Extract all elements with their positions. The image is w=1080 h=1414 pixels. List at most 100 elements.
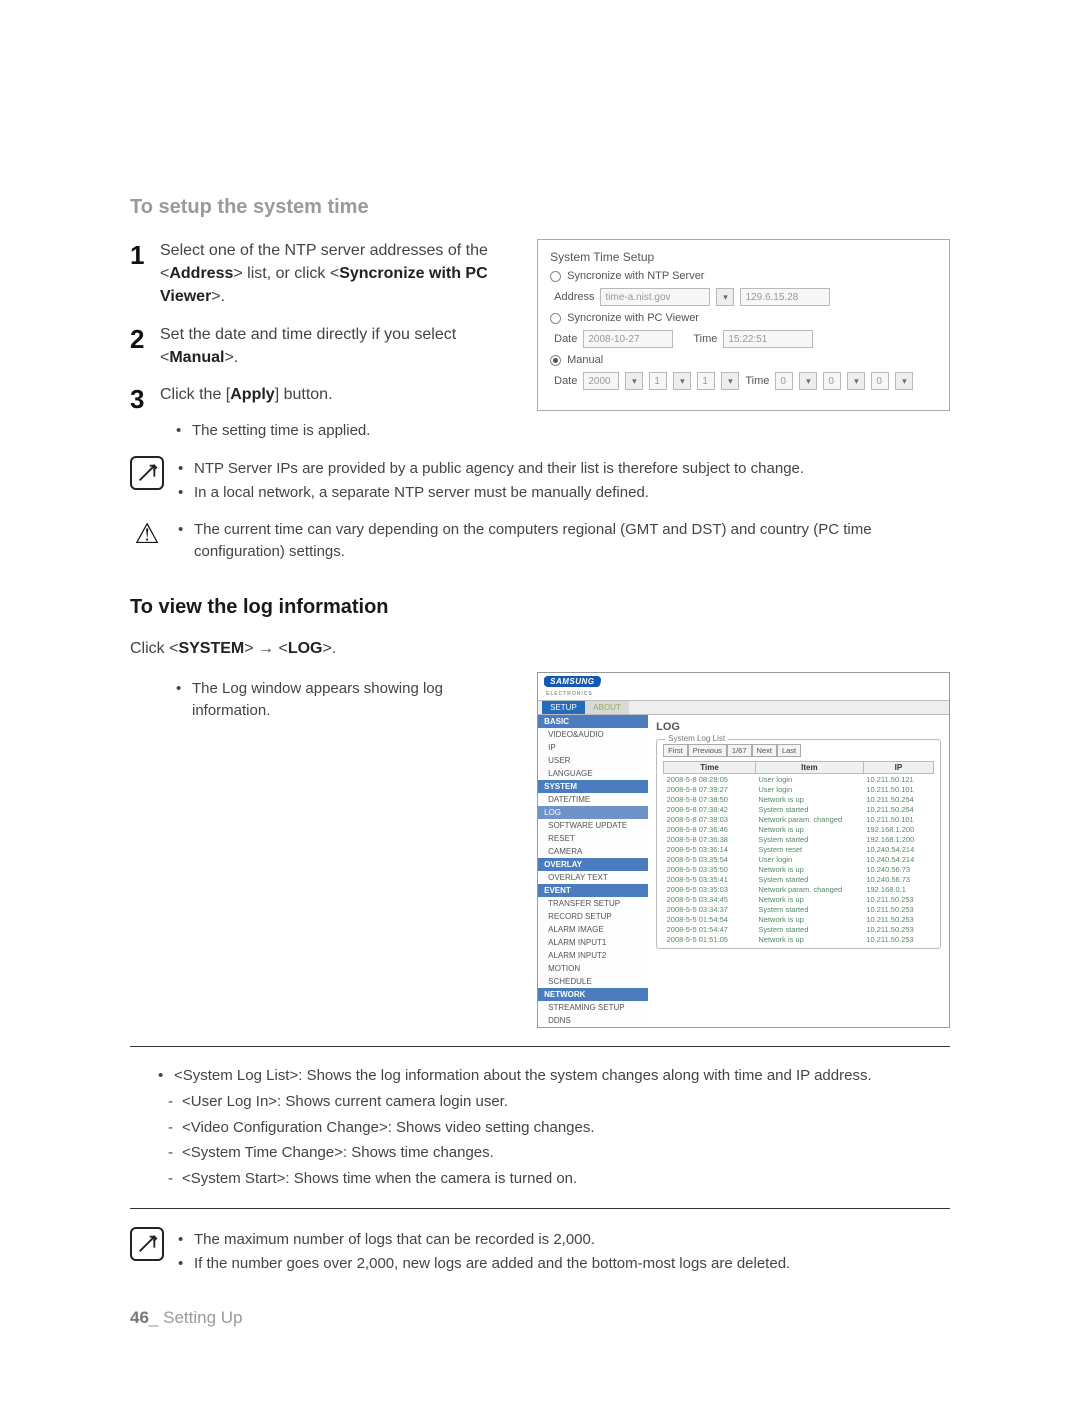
log-td: Network param. changed: [755, 814, 863, 824]
dd-month[interactable]: ▾: [673, 372, 691, 390]
step-1-text: Select one of the NTP server addresses o…: [160, 242, 488, 305]
nav-head[interactable]: BASIC: [538, 715, 648, 728]
log-td: 10.211.50.253: [863, 924, 933, 934]
dd-sec[interactable]: ▾: [895, 372, 913, 390]
dd-year[interactable]: ▾: [625, 372, 643, 390]
log-td: 2008-5-5 01:51:05: [664, 934, 756, 944]
log-td: 10.211.50.253: [863, 914, 933, 924]
log-td: Network is up: [755, 934, 863, 944]
log-th: IP: [863, 762, 933, 774]
pc-time-input[interactable]: [723, 330, 813, 348]
date-label: Date: [554, 333, 577, 345]
pager-button[interactable]: First: [663, 744, 688, 757]
nav-item[interactable]: ALARM IMAGE: [538, 923, 648, 936]
log-td: 2008-5-5 01:54:54: [664, 914, 756, 924]
table-row: 2008-5-5 03:35:50Network is up10.240.56.…: [664, 864, 934, 874]
pager-button[interactable]: Next: [752, 744, 777, 757]
manual-year[interactable]: [583, 372, 619, 390]
tab-setup[interactable]: SETUP: [542, 701, 585, 714]
tabs-row: SETUP ABOUT: [538, 700, 949, 715]
radio-manual[interactable]: [550, 355, 561, 366]
nav-item[interactable]: USER: [538, 754, 648, 767]
nav-item-selected[interactable]: LOG: [538, 806, 648, 819]
log-td: 10.211.50.101: [863, 784, 933, 794]
nav-head[interactable]: SYSTEM: [538, 780, 648, 793]
time-label: Time: [693, 333, 717, 345]
nav-item[interactable]: MOTION: [538, 962, 648, 975]
nav-item[interactable]: SCHEDULE: [538, 975, 648, 988]
samsung-logo-sub: ELECTRONICS: [546, 691, 593, 697]
pc-date-input[interactable]: [583, 330, 673, 348]
nav-item[interactable]: CAMERA: [538, 845, 648, 858]
step-num-1: 1: [130, 237, 144, 275]
address-dropdown-icon[interactable]: ▾: [716, 288, 734, 306]
table-row: 2008-5-5 01:51:05Network is up10.211.50.…: [664, 934, 934, 944]
note1-list: NTP Server IPs are provided by a public …: [178, 456, 950, 507]
nav-item[interactable]: ALARM INPUT1: [538, 936, 648, 949]
pager-button[interactable]: Previous: [688, 744, 727, 757]
log-td: 10.240.54.214: [863, 844, 933, 854]
table-row: 2008-5-5 03:35:54User login10.240.54.214: [664, 854, 934, 864]
nav-item[interactable]: IP: [538, 741, 648, 754]
log-td: System reset: [755, 844, 863, 854]
log-table: TimeItemIP 2008-5-8 08:28:05User login10…: [663, 761, 934, 944]
note-item: The current time can vary depending on t…: [178, 519, 950, 564]
system-time-setup-panel: System Time Setup Syncronize with NTP Se…: [537, 239, 950, 411]
pager-button[interactable]: 1/67: [727, 744, 752, 757]
nav-head[interactable]: EVENT: [538, 884, 648, 897]
nav-item[interactable]: RECORD SETUP: [538, 910, 648, 923]
manual-sec[interactable]: [871, 372, 889, 390]
dd-hour[interactable]: ▾: [799, 372, 817, 390]
sts-manual-label: Manual: [567, 354, 603, 366]
log-td: User login: [755, 784, 863, 794]
log-td: User login: [755, 854, 863, 864]
step-3-text: Click the [Apply] button.: [160, 386, 333, 403]
pager-button[interactable]: Last: [777, 744, 801, 757]
log-td: 192.168.1.200: [863, 824, 933, 834]
log-td: 2008-5-5 03:35:50: [664, 864, 756, 874]
tab-about[interactable]: ABOUT: [585, 701, 629, 714]
nav-item[interactable]: OVERLAY TEXT: [538, 871, 648, 884]
address-input[interactable]: [600, 288, 710, 306]
nav-item[interactable]: TRANSFER SETUP: [538, 897, 648, 910]
log-td: 10.211.50.254: [863, 804, 933, 814]
note-item: In a local network, a separate NTP serve…: [178, 482, 950, 505]
log-td: Network is up: [755, 914, 863, 924]
nav-head[interactable]: NETWORK: [538, 988, 648, 1001]
step3-sub: The setting time is applied.: [176, 420, 511, 442]
manual-month[interactable]: [649, 372, 667, 390]
table-row: 2008-5-8 07:36:46Network is up192.168.1.…: [664, 824, 934, 834]
dd-day[interactable]: ▾: [721, 372, 739, 390]
log-td: System started: [755, 904, 863, 914]
log-td: System started: [755, 804, 863, 814]
log-table-body: 2008-5-8 08:28:05User login10.211.50.121…: [664, 774, 934, 945]
address-ip-input[interactable]: [740, 288, 830, 306]
manual-day[interactable]: [697, 372, 715, 390]
note-item: The maximum number of logs that can be r…: [178, 1229, 950, 1252]
step-num-3: 3: [130, 381, 144, 419]
manual-hour[interactable]: [775, 372, 793, 390]
log-main-title: LOG: [656, 721, 941, 733]
nav-head[interactable]: OVERLAY: [538, 858, 648, 871]
nav-item[interactable]: SOFTWARE UPDATE: [538, 819, 648, 832]
nav-item[interactable]: RESET: [538, 832, 648, 845]
radio-ntp[interactable]: [550, 271, 561, 282]
log-td: System started: [755, 924, 863, 934]
log-td: 10.211.50.101: [863, 814, 933, 824]
manual-min[interactable]: [823, 372, 841, 390]
pager: FirstPrevious1/67NextLast: [663, 744, 934, 757]
log-td: Network is up: [755, 864, 863, 874]
samsung-logo: SAMSUNG: [544, 676, 600, 687]
log-td: Network is up: [755, 894, 863, 904]
log-td: 2008-5-5 03:35:03: [664, 884, 756, 894]
nav-item[interactable]: LANGUAGE: [538, 767, 648, 780]
nav-item[interactable]: VIDEO&AUDIO: [538, 728, 648, 741]
table-row: 2008-5-8 07:38:42System started10.211.50…: [664, 804, 934, 814]
nav-item[interactable]: DATE/TIME: [538, 793, 648, 806]
warning-icon: ⚠: [130, 517, 164, 551]
nav-item[interactable]: DDNS: [538, 1014, 648, 1027]
nav-item[interactable]: STREAMING SETUP: [538, 1001, 648, 1014]
nav-item[interactable]: ALARM INPUT2: [538, 949, 648, 962]
dd-min[interactable]: ▾: [847, 372, 865, 390]
radio-pc[interactable]: [550, 313, 561, 324]
